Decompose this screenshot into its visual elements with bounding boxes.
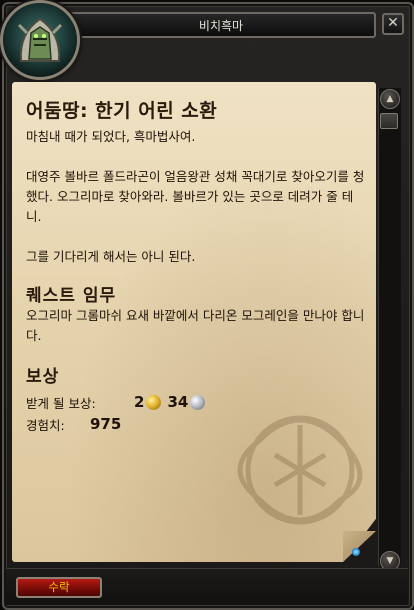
scroll-up-button[interactable]: ▲ — [380, 89, 400, 109]
quest-title: 어둠땅: 한기 어린 소환 — [26, 100, 218, 122]
silver-amount: 34 — [167, 393, 189, 411]
xp-reward: 경험치: 975 — [26, 413, 366, 435]
scrollbar[interactable] — [378, 88, 401, 566]
close-icon: ✕ — [387, 15, 399, 31]
title-bar[interactable]: 비치흑마 — [66, 12, 376, 38]
close-button[interactable]: ✕ — [382, 13, 404, 35]
window-title: 비치흑마 — [198, 19, 244, 33]
objectives-heading: 퀘스트 임무 — [26, 286, 117, 306]
money-reward: 받게 될 보상: 2 34 — [26, 391, 366, 413]
quest-content: 어둠땅: 한기 어린 소환 마침내 때가 되었다, 흑마법사여. 대영주 볼바르… — [26, 96, 366, 435]
xp-label: 경험치: — [26, 417, 65, 433]
chevron-down-icon: ▼ — [386, 556, 394, 566]
objectives-text: 오그리마 그롬마쉬 요새 바깥에서 다리온 모그레인을 만나야 합니다. — [26, 308, 365, 343]
gold-amount: 2 — [134, 393, 145, 411]
gold-coin-icon — [146, 394, 162, 410]
reward-label: 받게 될 보상: — [26, 395, 96, 411]
quest-description-line: 마침내 때가 되었다, 흑마법사여. — [26, 129, 196, 144]
gem-ornament — [352, 548, 360, 556]
rewards-heading: 보상 — [26, 367, 60, 387]
accept-button[interactable]: 수락 — [16, 577, 102, 598]
quest-description-line: 대영주 볼바르 폴드라곤이 얼음왕관 성채 꼭대기로 찾아오기를 청했다. 오그… — [26, 169, 365, 224]
player-portrait — [0, 0, 80, 80]
scroll-thumb[interactable] — [380, 113, 398, 129]
xp-value: 975 — [90, 415, 122, 433]
silver-coin-icon — [190, 394, 206, 410]
quest-description-line: 그를 기다리게 해서는 아니 된다. — [26, 249, 196, 264]
chevron-up-icon: ▲ — [386, 94, 394, 104]
helmet-icon — [17, 17, 63, 62]
